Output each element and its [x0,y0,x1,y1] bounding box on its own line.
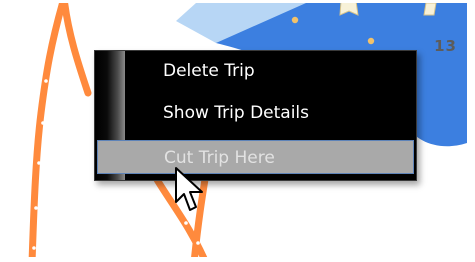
menu-item-show-trip-details[interactable]: Show Trip Details [97,96,414,130]
route-line-left [28,3,67,257]
map-region-label: 13 [434,37,457,55]
menu-item-delete-trip[interactable]: Delete Trip [97,54,414,88]
screenshot-frame: 13 Delete Trip Show Trip Details Cut Tri… [0,0,475,262]
context-menu: Delete Trip Show Trip Details Cut Trip H… [94,50,417,181]
menu-item-cut-trip-here[interactable]: Cut Trip Here [97,140,414,174]
route-line-left-2 [61,3,92,97]
arrow-pointer-icon [175,167,203,211]
